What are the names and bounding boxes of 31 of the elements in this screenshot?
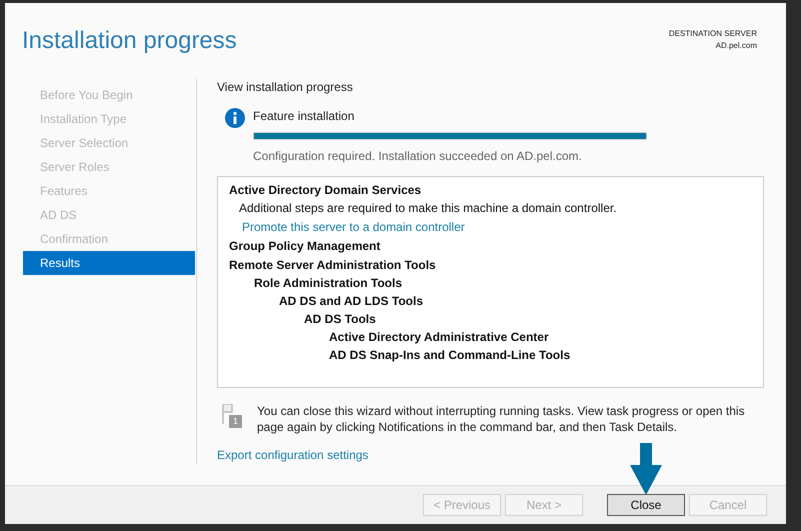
sidebar-item[interactable]: AD DS — [23, 203, 195, 227]
note-text: You can close this wizard without interrupting running tasks. View task progress or open this page again by clicking Notifications in the command bar, and then Task Details. — [257, 403, 746, 435]
sidebar-item[interactable]: Confirmation — [23, 227, 195, 251]
annotation-arrow — [628, 443, 664, 495]
sidebar-item[interactable]: Server Roles — [23, 155, 195, 179]
result-heading: Role Administration Tools — [254, 275, 402, 292]
result-heading: AD DS and AD LDS Tools — [279, 293, 423, 310]
feature-title: Feature installation — [253, 108, 354, 124]
result-heading: AD DS Snap-Ins and Command-Line Tools — [329, 347, 570, 364]
destination-server: AD.pel.com — [716, 40, 757, 52]
section-heading: View installation progress — [217, 79, 353, 95]
notification-badge: 1 — [229, 415, 242, 428]
status-text: Configuration required. Installation succeeded on AD.pel.com. — [253, 148, 582, 164]
sidebar-item[interactable]: Server Selection — [23, 131, 195, 155]
sidebar-item[interactable]: Results — [23, 251, 195, 275]
window-title: Installation progress — [22, 26, 237, 56]
result-heading: AD DS Tools — [304, 311, 376, 328]
result-heading: Active Directory Administrative Center — [329, 329, 549, 346]
result-heading: Group Policy Management — [229, 238, 380, 255]
wizard-button[interactable]: Close — [607, 494, 685, 516]
destination-label: DESTINATION SERVER — [668, 28, 757, 40]
result-description: Additional steps are required to make this machine a domain controller. — [239, 200, 617, 217]
sidebar-item[interactable]: Features — [23, 179, 195, 203]
sidebar-item[interactable]: Before You Begin — [23, 83, 195, 107]
result-heading: Active Directory Domain Services — [229, 182, 422, 199]
result-heading: Remote Server Administration Tools — [229, 257, 436, 274]
info-icon — [225, 108, 245, 128]
flag-icon — [222, 404, 233, 424]
export-link[interactable]: Export configuration settings — [217, 447, 368, 463]
promote-link[interactable]: Promote this server to a domain controller — [242, 218, 465, 236]
sidebar-item[interactable]: Installation Type — [23, 107, 195, 131]
